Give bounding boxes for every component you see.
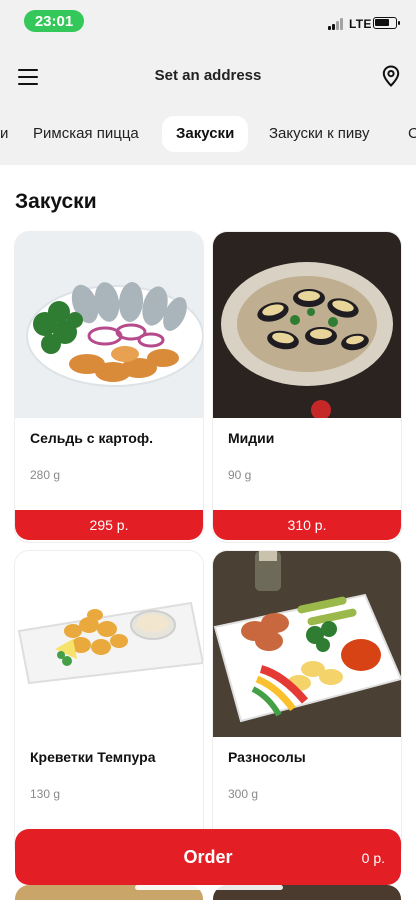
product-card[interactable]: Сельдь с картоф. 280 g 295 р. bbox=[15, 232, 203, 542]
tab-roman-pizza[interactable]: Римская пицца bbox=[19, 116, 153, 152]
product-card[interactable]: Разносолы 300 g bbox=[213, 551, 401, 861]
status-time: 23:01 bbox=[24, 10, 84, 32]
order-total: 0 р. bbox=[361, 850, 385, 866]
section-title: Закуски bbox=[15, 190, 97, 213]
set-address-button[interactable]: Set an address bbox=[0, 67, 416, 84]
product-weight: 130 g bbox=[30, 787, 61, 801]
network-type: LTE bbox=[349, 17, 372, 31]
product-image-herring bbox=[15, 232, 203, 418]
product-weight: 280 g bbox=[30, 468, 61, 482]
product-name: Мидии bbox=[228, 430, 275, 446]
tab-appetizers[interactable]: Закуски bbox=[162, 116, 249, 152]
tab-next-category[interactable]: С bbox=[394, 116, 416, 152]
product-name: Креветки Темпура bbox=[30, 749, 156, 765]
add-to-cart-price-button[interactable]: 310 р. bbox=[213, 510, 401, 540]
order-label: Order bbox=[183, 847, 233, 867]
status-bar: 23:01 LTE bbox=[0, 0, 416, 44]
product-image-mussels bbox=[213, 232, 401, 420]
product-weight: 90 g bbox=[228, 468, 252, 482]
product-image-tempura-shrimp bbox=[15, 551, 203, 737]
tab-beer-snacks[interactable]: Закуски к пиву bbox=[255, 116, 383, 152]
product-name: Сельдь с картоф. bbox=[30, 430, 153, 446]
app-header: Set an address bbox=[0, 50, 416, 104]
product-image-pickles bbox=[213, 551, 401, 737]
map-pin-icon[interactable] bbox=[382, 65, 400, 87]
battery-icon bbox=[373, 17, 400, 29]
add-to-cart-price-button[interactable]: 295 р. bbox=[15, 510, 203, 540]
signal-strength-icon bbox=[328, 18, 346, 30]
product-card[interactable]: Креветки Темпура 130 g bbox=[15, 551, 203, 861]
product-card[interactable]: Мидии 90 g 310 р. bbox=[213, 232, 401, 542]
order-button[interactable]: Order 0 р. bbox=[15, 829, 401, 885]
home-indicator[interactable] bbox=[135, 885, 283, 890]
category-tabs: и Римская пицца Закуски Закуски к пиву С bbox=[0, 116, 416, 154]
product-name: Разносолы bbox=[228, 749, 306, 765]
product-weight: 300 g bbox=[228, 787, 259, 801]
